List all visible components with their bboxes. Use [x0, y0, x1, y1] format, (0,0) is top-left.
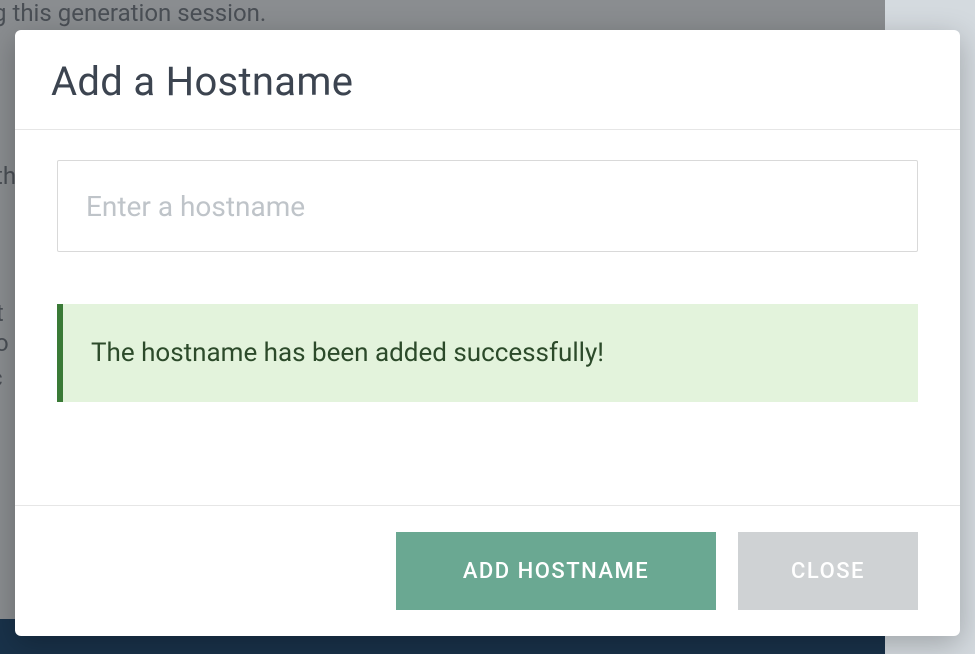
- modal-title: Add a Hostname: [51, 58, 924, 105]
- modal-footer: ADD HOSTNAME CLOSE: [15, 505, 960, 636]
- hostname-input[interactable]: [57, 160, 918, 252]
- backdrop-text: o: [0, 325, 9, 361]
- modal-body: The hostname has been added successfully…: [15, 130, 960, 505]
- success-alert: The hostname has been added successfully…: [57, 304, 918, 402]
- backdrop-text: c: [0, 360, 3, 396]
- modal-header: Add a Hostname: [15, 30, 960, 130]
- backdrop-text: iring this generation session.: [0, 0, 266, 31]
- add-hostname-button[interactable]: ADD HOSTNAME: [396, 532, 716, 610]
- close-button[interactable]: CLOSE: [738, 532, 918, 610]
- backdrop-text: th: [0, 158, 16, 194]
- add-hostname-modal: Add a Hostname The hostname has been add…: [15, 30, 960, 636]
